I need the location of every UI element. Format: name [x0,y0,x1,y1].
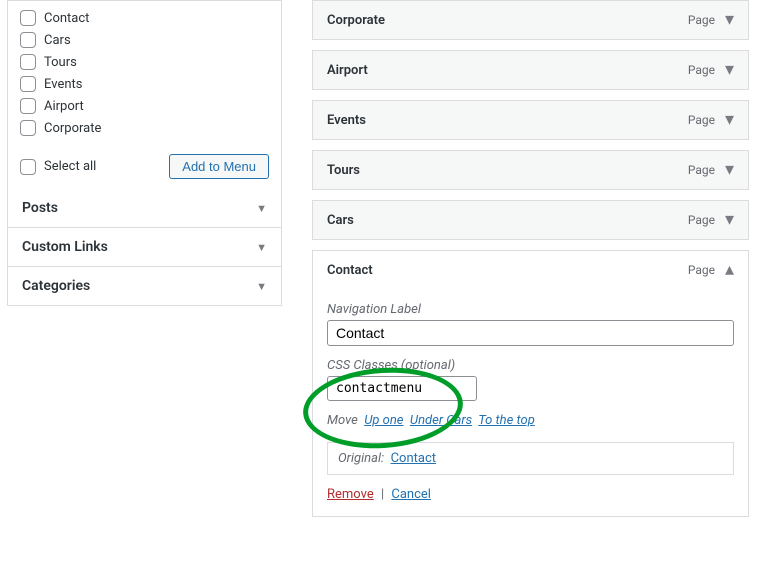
page-option[interactable]: Tours [20,51,269,73]
checkbox[interactable] [20,54,36,70]
page-option-label: Tours [44,55,77,70]
select-all-option[interactable]: Select all [20,159,96,175]
add-to-menu-button[interactable]: Add to Menu [169,154,269,179]
checkbox[interactable] [20,10,36,26]
checkbox[interactable] [20,120,36,136]
cancel-link[interactable]: Cancel [391,487,431,502]
original-box: Original: Contact [327,442,734,475]
caret-up-icon: ▴ [725,261,734,279]
menu-item-settings: Navigation Label CSS Classes (optional) … [312,289,749,517]
action-row: Remove | Cancel [327,487,734,502]
accordion-posts[interactable]: Posts ▼ [7,189,282,228]
caret-down-icon: ▾ [725,111,734,129]
menu-item-type: Page [688,63,715,77]
move-label: Move [327,413,358,428]
navigation-label-input[interactable] [327,320,734,346]
page-option[interactable]: Events [20,73,269,95]
menu-item-type: Page [688,263,715,277]
checkbox[interactable] [20,98,36,114]
menu-item-events[interactable]: Events Page ▾ [312,100,749,140]
pages-panel: Contact Cars Tours Events Airport Corpor… [7,0,282,190]
move-under-link[interactable]: Under Cars [410,413,472,428]
page-option[interactable]: Contact [20,7,269,29]
caret-down-icon: ▾ [725,211,734,229]
select-all-label: Select all [44,159,96,174]
page-option[interactable]: Airport [20,95,269,117]
chevron-down-icon: ▼ [256,280,267,293]
checkbox[interactable] [20,76,36,92]
menu-item-type: Page [688,13,715,27]
chevron-down-icon: ▼ [256,202,267,215]
menu-item-tours[interactable]: Tours Page ▾ [312,150,749,190]
menu-item-label: Airport [327,63,368,78]
menu-item-label: Events [327,113,366,128]
checkbox[interactable] [20,159,36,175]
page-option-label: Airport [44,99,84,114]
page-option-label: Cars [44,33,71,48]
move-top-link[interactable]: To the top [478,413,535,428]
page-option-label: Corporate [44,121,101,136]
checkbox[interactable] [20,32,36,48]
menu-item-type: Page [688,213,715,227]
menu-item-corporate[interactable]: Corporate Page ▾ [312,0,749,40]
caret-down-icon: ▾ [725,61,734,79]
chevron-down-icon: ▼ [256,241,267,254]
menu-item-contact[interactable]: Contact Page ▴ [312,250,749,290]
move-row: Move Up one Under Cars To the top [327,413,734,428]
select-all-row: Select all Add to Menu [8,147,281,189]
menu-item-label: Cars [327,213,354,228]
css-classes-input[interactable] [327,376,477,401]
original-label: Original: [338,451,384,466]
menu-item-label: Corporate [327,13,385,28]
accordion-label: Custom Links [22,239,108,255]
menu-item-label: Contact [327,263,373,278]
separator: | [381,487,384,502]
accordion-custom-links[interactable]: Custom Links ▼ [7,228,282,267]
nav-label-caption: Navigation Label [327,302,734,317]
page-option[interactable]: Cars [20,29,269,51]
remove-link[interactable]: Remove [327,487,374,502]
move-up-link[interactable]: Up one [364,413,403,428]
menu-item-type: Page [688,113,715,127]
accordion-label: Posts [22,200,58,216]
menu-item-label: Tours [327,163,360,178]
menu-item-type: Page [688,163,715,177]
menu-item-cars[interactable]: Cars Page ▾ [312,200,749,240]
page-option[interactable]: Corporate [20,117,269,139]
menu-item-airport[interactable]: Airport Page ▾ [312,50,749,90]
page-option-label: Events [44,77,82,92]
css-classes-caption: CSS Classes (optional) [327,358,734,373]
accordion-label: Categories [22,278,90,294]
caret-down-icon: ▾ [725,11,734,29]
caret-down-icon: ▾ [725,161,734,179]
page-option-label: Contact [44,11,89,26]
accordion-categories[interactable]: Categories ▼ [7,267,282,306]
original-link[interactable]: Contact [391,451,436,466]
pages-checklist: Contact Cars Tours Events Airport Corpor… [8,1,281,147]
